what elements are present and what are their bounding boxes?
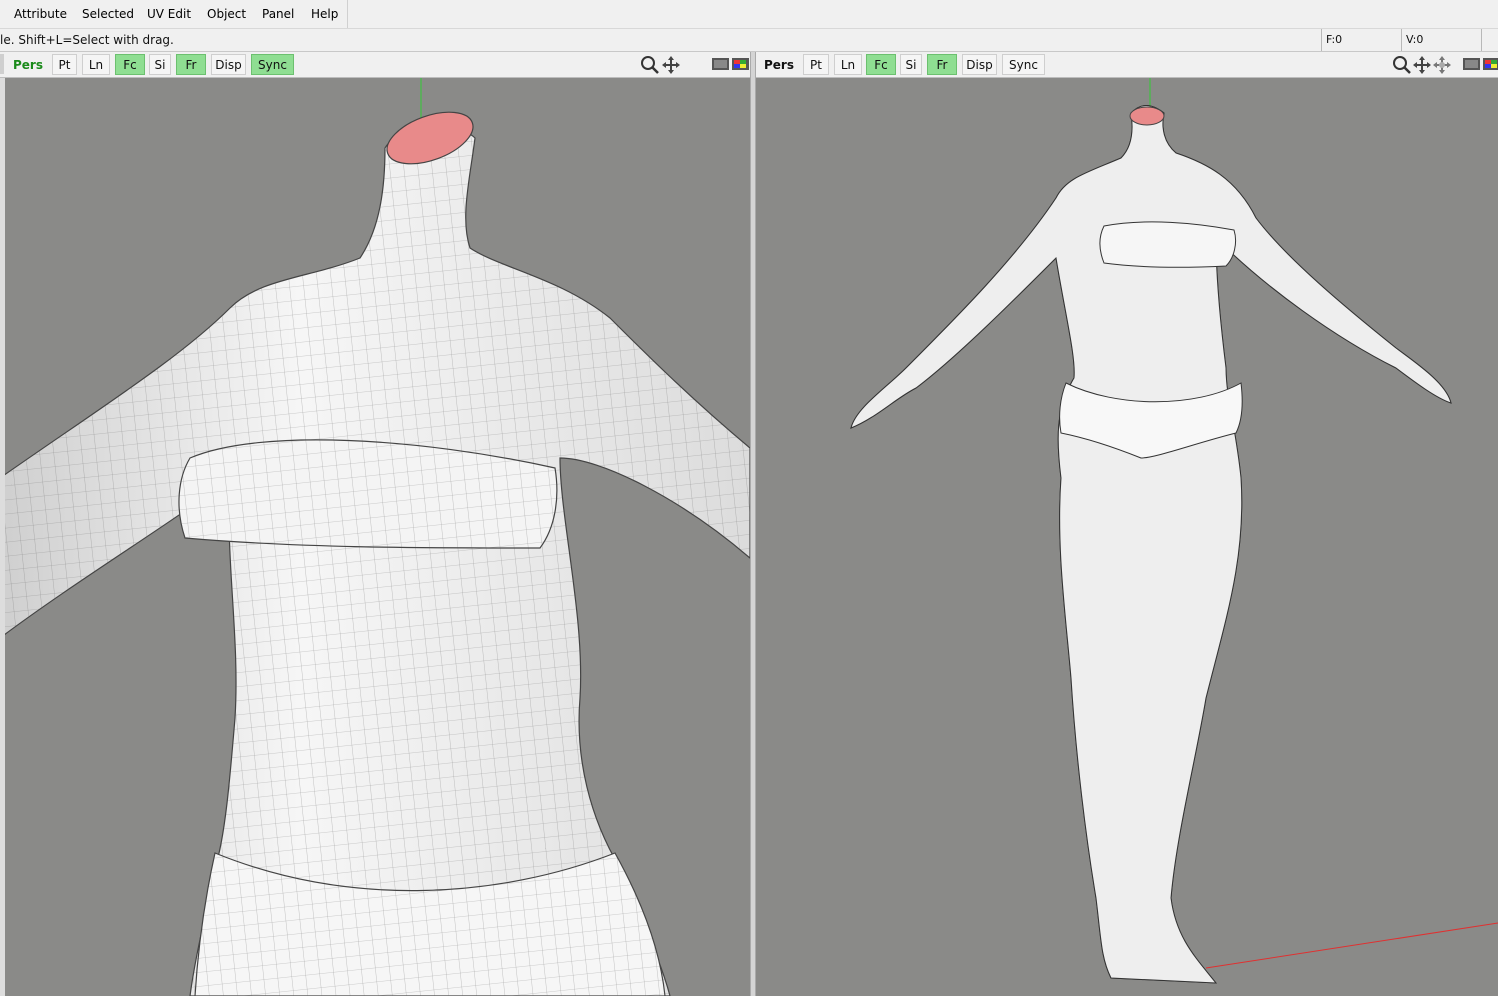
menu-uv-edit[interactable]: UV Edit (147, 7, 191, 21)
left-select-button[interactable]: Si (149, 54, 171, 75)
right-viewport[interactable] (756, 78, 1498, 996)
wireframe-overlay (0, 127, 750, 996)
left-perspective-button[interactable]: Pers (10, 54, 46, 75)
status-bar: le. Shift+L=Select with drag. F:0 V:0 (0, 29, 1498, 52)
right-sync-button[interactable]: Sync (1002, 54, 1045, 75)
view-layout-icon[interactable] (711, 55, 751, 73)
status-extra-cell (1481, 29, 1498, 51)
pan-icon[interactable] (661, 55, 681, 75)
left-frame-button[interactable]: Fr (176, 54, 206, 75)
left-sync-button[interactable]: Sync (251, 54, 294, 75)
left-toolbar-edge (0, 54, 4, 74)
right-face-mode-button[interactable]: Fc (866, 54, 896, 75)
zoom-icon[interactable] (640, 55, 660, 75)
zoom-icon[interactable] (1392, 55, 1412, 75)
menu-object[interactable]: Object (207, 7, 246, 21)
vertex-count: V:0 (1401, 29, 1482, 51)
bandeau-top (1099, 221, 1237, 268)
menu-attribute[interactable]: Attribute (14, 7, 67, 21)
left-viewport[interactable] (0, 78, 750, 996)
menu-selected[interactable]: Selected (82, 7, 134, 21)
status-hint: le. Shift+L=Select with drag. (0, 33, 174, 47)
x-axis-line (1205, 922, 1498, 969)
rotate-icon[interactable] (1432, 55, 1452, 75)
left-display-button[interactable]: Disp (211, 54, 246, 75)
view-layout-icon[interactable] (1462, 55, 1498, 73)
menu-panel[interactable]: Panel (262, 7, 294, 21)
left-point-mode-button[interactable]: Pt (52, 54, 77, 75)
right-mesh-render (850, 78, 1498, 984)
right-display-button[interactable]: Disp (962, 54, 997, 75)
right-line-mode-button[interactable]: Ln (834, 54, 862, 75)
face-count: F:0 (1321, 29, 1402, 51)
menu-divider (347, 0, 348, 28)
menu-help[interactable]: Help (311, 7, 338, 21)
right-frame-button[interactable]: Fr (927, 54, 957, 75)
neck-selected-face (1129, 106, 1165, 126)
left-viewport-toolbar: Pers Pt Ln Fc Si Fr Disp Sync (0, 52, 750, 78)
right-point-mode-button[interactable]: Pt (803, 54, 829, 75)
menu-bar: Attribute Selected UV Edit Object Panel … (0, 0, 1498, 29)
right-select-button[interactable]: Si (900, 54, 922, 75)
pan-icon[interactable] (1412, 55, 1432, 75)
left-line-mode-button[interactable]: Ln (82, 54, 110, 75)
left-mesh-render (0, 78, 750, 996)
right-perspective-button[interactable]: Pers (762, 54, 796, 75)
left-face-mode-button[interactable]: Fc (115, 54, 145, 75)
right-viewport-toolbar: Pers Pt Ln Fc Si Fr Disp Sync (756, 52, 1498, 78)
